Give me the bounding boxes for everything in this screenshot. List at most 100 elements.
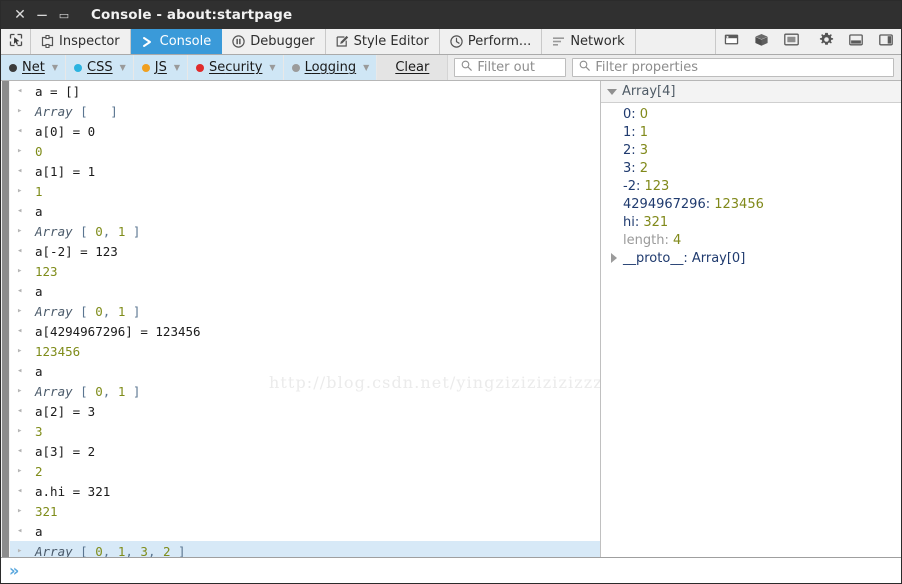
console-output-message[interactable]: ▸123456 bbox=[10, 341, 600, 361]
label-segment: Clea bbox=[395, 60, 424, 75]
filter-button-net[interactable]: Net ▼ bbox=[1, 55, 66, 80]
filter-js-label: JS bbox=[155, 60, 167, 75]
console-message-text: 2 bbox=[35, 464, 43, 479]
property-row[interactable]: __proto__: Array[0] bbox=[601, 249, 901, 267]
console-input-message[interactable]: ◂a bbox=[10, 361, 600, 381]
console-input-message[interactable]: ◂a bbox=[10, 201, 600, 221]
console-input-message[interactable]: ◂a[1] = 1 bbox=[10, 161, 600, 181]
property-row[interactable]: 0: 0 bbox=[601, 105, 901, 123]
property-key: length bbox=[623, 233, 664, 248]
token-plain: a[2] = 3 bbox=[35, 404, 95, 419]
token-plain: a bbox=[35, 204, 43, 219]
security-status-dot bbox=[196, 64, 204, 72]
console-input-message[interactable]: ◂a[3] = 2 bbox=[10, 441, 600, 461]
dock-side-button[interactable] bbox=[871, 34, 901, 50]
token-brk: , bbox=[103, 544, 118, 558]
label-segment: et bbox=[32, 60, 45, 75]
console-message-text: Array [ 0, 1, 3, 2 ] bbox=[35, 544, 186, 558]
token-num: 2 bbox=[163, 544, 171, 558]
console-message-text: a = [] bbox=[35, 84, 80, 99]
property-key: 4294967296 bbox=[623, 197, 706, 212]
tab-performance-label: Perform... bbox=[468, 34, 531, 49]
console-scrollbar[interactable] bbox=[1, 81, 10, 557]
chevron-right-icon[interactable] bbox=[609, 253, 619, 263]
console-input-message[interactable]: ◂a bbox=[10, 281, 600, 301]
token-num: 1 bbox=[35, 184, 43, 199]
chevron-down-icon[interactable]: ▼ bbox=[174, 63, 180, 72]
filter-button-security[interactable]: Security ▼ bbox=[188, 55, 284, 80]
console-message-text: a[-2] = 123 bbox=[35, 244, 118, 259]
style-editor-icon bbox=[336, 35, 349, 48]
window-close-button[interactable]: ✕ bbox=[9, 4, 31, 26]
tab-debugger[interactable]: Debugger bbox=[222, 29, 325, 54]
responsive-design-mode-button[interactable] bbox=[776, 33, 806, 50]
filter-button-css[interactable]: CSS ▼ bbox=[66, 55, 134, 80]
filter-button-logging[interactable]: Logging ▼ bbox=[284, 55, 378, 80]
chevron-down-icon[interactable]: ▼ bbox=[269, 63, 275, 72]
console-output-message[interactable]: ▸123 bbox=[10, 261, 600, 281]
settings-button[interactable] bbox=[811, 32, 841, 51]
window-minimize-button[interactable]: − bbox=[31, 4, 53, 26]
console-output-message[interactable]: ▸1 bbox=[10, 181, 600, 201]
property-separator: : bbox=[631, 161, 640, 176]
property-row[interactable]: length: 4 bbox=[601, 231, 901, 249]
property-row[interactable]: 1: 1 bbox=[601, 123, 901, 141]
console-output-message[interactable]: ▸0 bbox=[10, 141, 600, 161]
tab-inspector[interactable]: Inspector bbox=[31, 29, 131, 54]
console-output-message[interactable]: ▸3 bbox=[10, 421, 600, 441]
accesskey-char: N bbox=[22, 60, 32, 75]
console-input-message[interactable]: ◂a[-2] = 123 bbox=[10, 241, 600, 261]
tab-inspector-label: Inspector bbox=[59, 34, 120, 49]
tab-network[interactable]: Network bbox=[542, 29, 635, 54]
scratchpad-button[interactable] bbox=[746, 33, 776, 51]
output-filter-box[interactable]: Filter out bbox=[454, 58, 566, 77]
chevron-down-icon[interactable]: ▼ bbox=[120, 63, 126, 72]
token-brk: , bbox=[125, 544, 140, 558]
accesskey-char: L bbox=[305, 60, 312, 75]
window-maximize-button[interactable]: ▭ bbox=[53, 4, 75, 26]
token-num: 0 bbox=[95, 224, 103, 239]
split-console-button[interactable] bbox=[716, 33, 746, 50]
console-output-message[interactable]: ▸2 bbox=[10, 461, 600, 481]
property-row[interactable]: 4294967296: 123456 bbox=[601, 195, 901, 213]
console-output-message[interactable]: ▸Array [ 0, 1 ] bbox=[10, 221, 600, 241]
console-scrollbar-thumb[interactable] bbox=[2, 81, 9, 557]
object-inspector-header[interactable]: Array[4] bbox=[601, 81, 901, 103]
console-input-message[interactable]: ◂a bbox=[10, 521, 600, 541]
console-output-message[interactable]: ▸Array [ 0, 1 ] bbox=[10, 301, 600, 321]
tab-style-editor[interactable]: Style Editor bbox=[326, 29, 440, 54]
element-picker-button[interactable] bbox=[1, 29, 31, 54]
token-plain: a[-2] = 123 bbox=[35, 244, 118, 259]
console-input-message[interactable]: ◂a = [] bbox=[10, 81, 600, 101]
console-message-text: Array [ 0, 1 ] bbox=[35, 304, 140, 319]
chevron-down-icon[interactable] bbox=[607, 87, 617, 97]
chevron-down-icon[interactable]: ▼ bbox=[52, 63, 58, 72]
console-input-message[interactable]: ◂a[2] = 3 bbox=[10, 401, 600, 421]
console-message-text: Array [ ] bbox=[35, 104, 118, 119]
filter-button-js[interactable]: JS ▼ bbox=[134, 55, 188, 80]
console-message-text: Array [ 0, 1 ] bbox=[35, 384, 140, 399]
console-output-pane: ◂a = []▸Array [ ]◂a[0] = 0▸0◂a[1] = 1▸1◂… bbox=[1, 81, 601, 557]
property-row[interactable]: 2: 3 bbox=[601, 141, 901, 159]
console-output-message[interactable]: ▸321 bbox=[10, 501, 600, 521]
console-input-message[interactable]: ◂a[4294967296] = 123456 bbox=[10, 321, 600, 341]
properties-filter-box[interactable]: Filter properties bbox=[572, 58, 894, 77]
console-input-message[interactable]: ◂a[0] = 0 bbox=[10, 121, 600, 141]
console-input-message[interactable]: ◂a.hi = 321 bbox=[10, 481, 600, 501]
clear-console-button[interactable]: Clear bbox=[377, 55, 448, 80]
tab-console[interactable]: Console bbox=[131, 29, 223, 54]
dock-bottom-button[interactable] bbox=[841, 34, 871, 50]
property-row[interactable]: -2: 123 bbox=[601, 177, 901, 195]
label-segment: Se bbox=[209, 60, 225, 75]
tab-performance[interactable]: Perform... bbox=[440, 29, 542, 54]
accesskey-char: C bbox=[87, 60, 96, 75]
console-input-bar[interactable]: » bbox=[1, 557, 901, 583]
property-twisty-slot[interactable] bbox=[609, 253, 623, 263]
chevron-down-icon[interactable]: ▼ bbox=[363, 63, 369, 72]
console-output-message[interactable]: ▸Array [ 0, 1 ] bbox=[10, 381, 600, 401]
console-output-message[interactable]: ▸Array [ ] bbox=[10, 101, 600, 121]
property-row[interactable]: 3: 2 bbox=[601, 159, 901, 177]
property-row[interactable]: hi: 321 bbox=[601, 213, 901, 231]
property-value: Array[0] bbox=[692, 251, 745, 266]
console-output-message[interactable]: ▸Array [ 0, 1, 3, 2 ] bbox=[10, 541, 600, 557]
